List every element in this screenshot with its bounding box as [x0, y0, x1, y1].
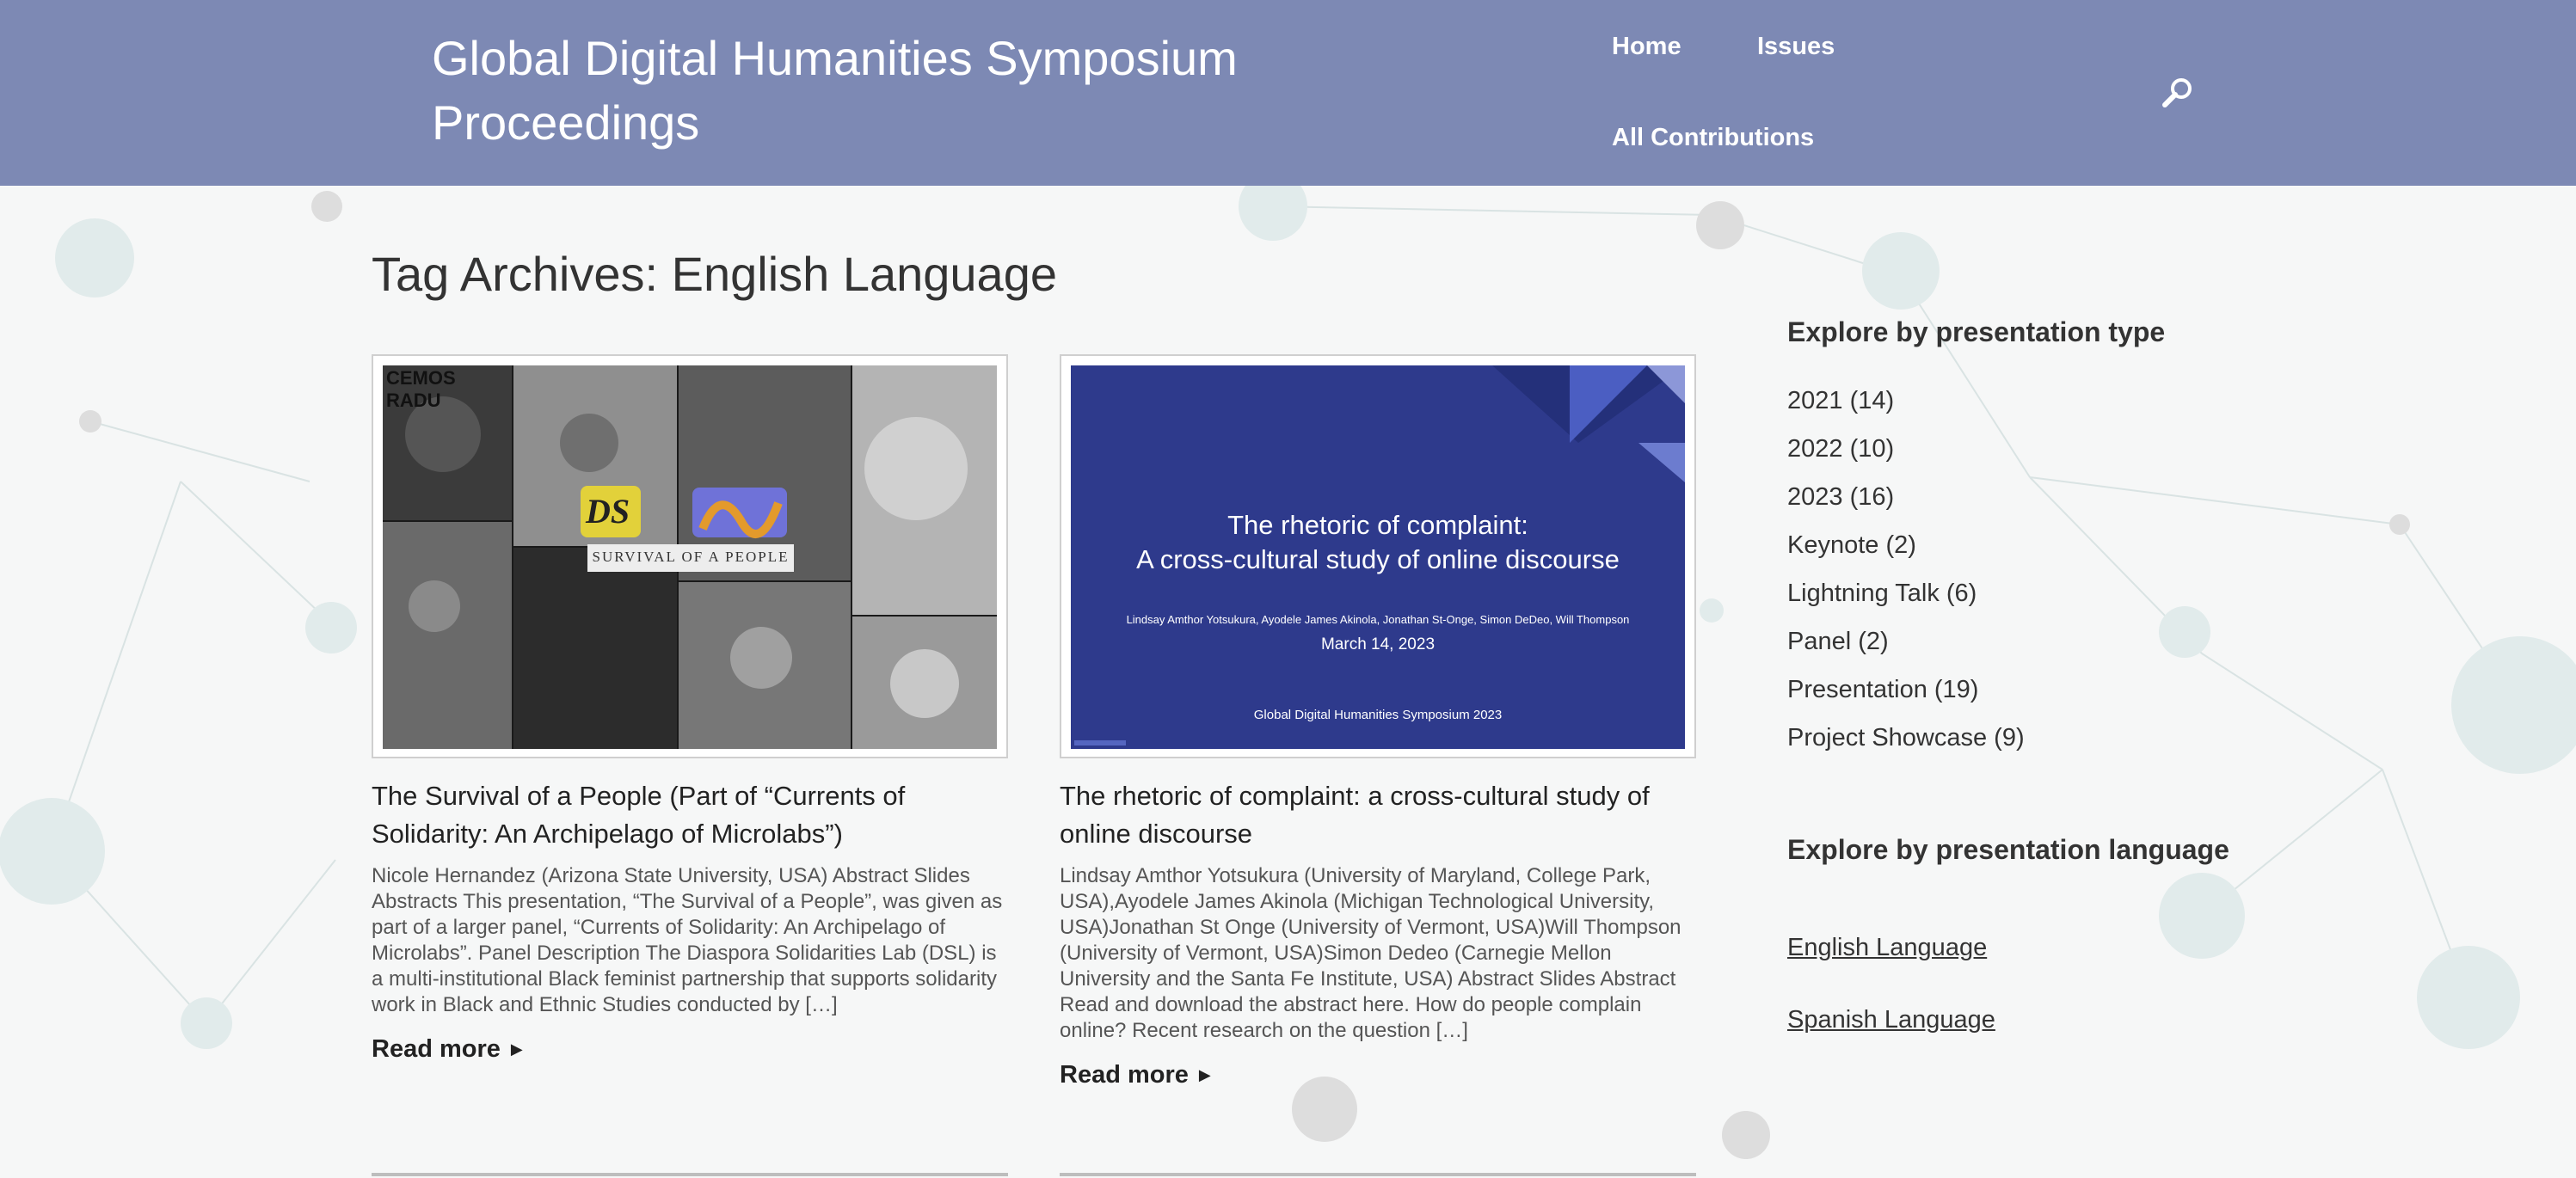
collage-banner-text: SURVIVAL OF A PEOPLE [592, 549, 790, 565]
post-card: The rhetoric of complaint: A cross-cultu… [1060, 354, 1696, 1089]
read-more-label: Read more [1060, 1061, 1189, 1089]
presentation-type-title: Explore by presentation type [1787, 316, 2166, 347]
post-excerpt: Nicole Hernandez (Arizona State Universi… [372, 864, 1003, 1016]
search-icon [2162, 78, 2192, 107]
type-item-lightning-talk[interactable]: Lightning Talk (6) [1787, 569, 2025, 617]
presentation-language-title: Explore by presentation language [1787, 834, 2229, 865]
read-more-link[interactable]: Read more ▶ [1060, 1061, 1211, 1089]
post-excerpt: Lindsay Amthor Yotsukura (University of … [1060, 864, 1681, 1042]
site-header: Global Digital Humanities Symposium Proc… [0, 0, 2576, 186]
type-item-panel[interactable]: Panel (2) [1787, 617, 2025, 666]
nav-all-contributions[interactable]: All Contributions [1612, 120, 1814, 155]
slide-authors: Lindsay Amthor Yotsukura, Ayodele James … [1126, 613, 1630, 626]
slide-title-line2: A cross-cultural study of online discour… [1136, 544, 1620, 574]
type-item-presentation[interactable]: Presentation (19) [1787, 666, 2025, 714]
post-card: SURVIVAL OF A PEOPLE DS CEMOS RADU The S… [372, 354, 1008, 1064]
site-title[interactable]: Global Digital Humanities Symposium Proc… [432, 26, 1326, 155]
read-more-link[interactable]: Read more ▶ [372, 1035, 523, 1064]
archive-title: Tag Archives: English Language [372, 247, 1057, 301]
read-more-label: Read more [372, 1035, 501, 1063]
post-title[interactable]: The rhetoric of complaint: a cross-cultu… [1060, 777, 1696, 853]
caret-right-icon: ▶ [510, 1040, 523, 1058]
type-item-project-showcase[interactable]: Project Showcase (9) [1787, 714, 2025, 762]
post-title[interactable]: The Survival of a People (Part of “Curre… [372, 777, 1008, 853]
slide-title-line1: The rhetoric of complaint: [1227, 510, 1528, 540]
nav-home[interactable]: Home [1612, 29, 1681, 64]
collage-corner-text: CEMOS RADU [386, 367, 456, 411]
slide-date: March 14, 2023 [1320, 635, 1436, 653]
presentation-type-list: 2021 (14) 2022 (10) 2023 (16) Keynote (2… [1787, 377, 2025, 762]
next-post-divider [372, 1173, 1008, 1176]
post-thumbnail[interactable]: The rhetoric of complaint: A cross-cultu… [1060, 354, 1696, 758]
slide-footer: Global Digital Humanities Symposium 2023 [1253, 708, 1503, 722]
collage-logo-text: DS [586, 492, 630, 531]
language-link-spanish[interactable]: Spanish Language [1787, 1006, 1995, 1034]
post-thumbnail[interactable]: SURVIVAL OF A PEOPLE DS CEMOS RADU [372, 354, 1008, 758]
main-content: Tag Archives: English Language SURVIVAL … [0, 186, 2576, 1178]
type-item-2021[interactable]: 2021 (14) [1787, 377, 2025, 425]
next-post-divider [1060, 1173, 1696, 1176]
language-link-english[interactable]: English Language [1787, 934, 1987, 962]
search-button[interactable] [2159, 74, 2197, 112]
type-item-keynote[interactable]: Keynote (2) [1787, 521, 2025, 569]
type-item-2023[interactable]: 2023 (16) [1787, 473, 2025, 521]
type-item-2022[interactable]: 2022 (10) [1787, 425, 2025, 473]
caret-right-icon: ▶ [1198, 1066, 1211, 1083]
nav-issues[interactable]: Issues [1757, 29, 1835, 64]
